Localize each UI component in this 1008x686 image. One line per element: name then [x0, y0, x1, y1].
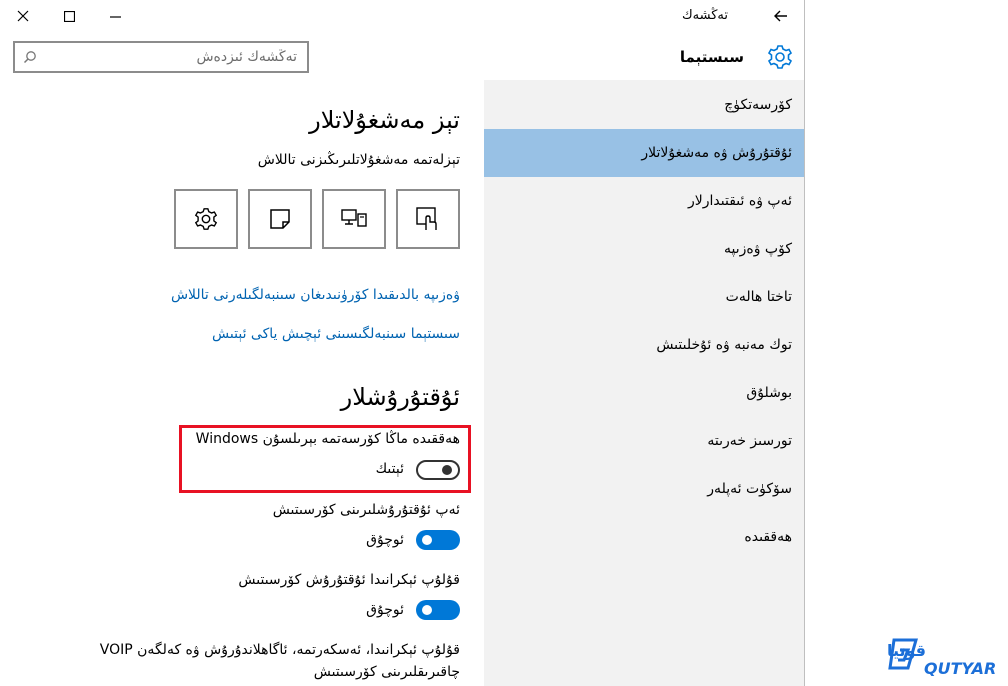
quick-action-tile-settings[interactable] — [174, 189, 238, 249]
quick-actions-subtitle: تېزلەتمە مەشغۇلاتلىرىڭىزنى تاللاش — [257, 152, 460, 168]
minimize-button[interactable] — [92, 0, 138, 32]
main-content: تېز مەشغۇلاتلار تېزلەتمە مەشغۇلاتلىرىڭىز… — [0, 80, 484, 686]
setting-label-lockscreen-notifications: قۇلۇپ ئېكرانىدا ئۇقتۇرۇش كۆرسىتىش — [238, 572, 460, 588]
setting-label-app-notifications: ئەپ ئۇقتۇرۇشلىرىنى كۆرسىتىش — [272, 502, 460, 518]
link-system-icons[interactable]: سىستېما سىنبەلگىسىنى ئېچىش ياكى ئېتىش — [212, 326, 460, 342]
sidebar-item-apps-features[interactable]: ئەپ ۋە ئىقتىدارلار — [484, 177, 804, 225]
sidebar-item-multitasking[interactable]: كۆپ ۋەزىپە — [484, 225, 804, 273]
quick-action-tile-tablet-mode[interactable] — [396, 189, 460, 249]
minimize-icon — [109, 15, 121, 18]
tablet-mode-icon — [416, 207, 437, 230]
sidebar-item-about[interactable]: ھەققىدە — [484, 513, 804, 561]
sidebar-item-default-apps[interactable]: سۆكۈت ئەپلەر — [484, 465, 804, 513]
quick-action-tile-project[interactable] — [322, 189, 386, 249]
settings-gear-icon — [194, 208, 218, 230]
project-display-icon — [341, 209, 367, 227]
toggle-state-label: ئوچۇق — [366, 532, 404, 548]
watermark-script: قوتيار — [886, 641, 926, 660]
sidebar-item-power-sleep[interactable]: توك مەنبە ۋە ئۇخلىتىش — [484, 321, 804, 369]
back-arrow-icon — [774, 10, 787, 22]
window-title: تەڭشەك — [681, 8, 728, 23]
back-button[interactable] — [758, 0, 804, 32]
watermark-logo: قوتيار QUTYAR — [877, 632, 1006, 680]
toggle-state-label: ئوچۇق — [366, 602, 404, 618]
settings-window: تەڭشەك سىستېما كۆرسەتكۈچ ئۇقتۇرۇش ۋە مەش… — [0, 0, 805, 686]
page-title: سىستېما — [679, 48, 744, 66]
toggle-knob — [422, 535, 432, 545]
toggle-app-notifications[interactable] — [416, 530, 460, 550]
setting-label-lockscreen-voip-line2: چاقىرىقلىرىنى كۆرسىتىش — [313, 664, 460, 680]
sidebar: كۆرسەتكۈچ ئۇقتۇرۇش ۋە مەشغۇلاتلار ئەپ ۋە… — [484, 80, 804, 686]
search-icon — [23, 51, 36, 64]
setting-label-lockscreen-voip-line1: قۇلۇپ ئېكرانىدا، ئەسكەرتمە، ئاگاھلاندۇرۇ… — [99, 642, 460, 658]
sidebar-item-display[interactable]: كۆرسەتكۈچ — [484, 81, 804, 129]
close-button[interactable] — [0, 0, 46, 32]
highlight-box — [179, 425, 471, 493]
note-icon — [270, 209, 290, 229]
sidebar-item-offline-maps[interactable]: تورسىز خەرىتە — [484, 417, 804, 465]
quick-action-tile-note[interactable] — [248, 189, 312, 249]
close-icon — [17, 10, 29, 22]
link-taskbar-icons[interactable]: ۋەزىپە بالدىقىدا كۆرۈنىدىغان سىنبەلگىلەر… — [171, 287, 460, 303]
sidebar-item-storage[interactable]: بوشلۇق — [484, 369, 804, 417]
watermark-latin: QUTYAR — [924, 659, 996, 678]
toggle-knob — [422, 605, 432, 615]
notifications-heading: ئۇقتۇرۇشلار — [340, 383, 460, 411]
title-bar: تەڭشەك — [0, 0, 804, 32]
sidebar-item-tablet-mode[interactable]: تاختا ھالەت — [484, 273, 804, 321]
search-box[interactable] — [13, 41, 309, 73]
search-input[interactable] — [15, 43, 307, 71]
gear-icon — [767, 45, 793, 69]
maximize-icon — [63, 10, 75, 22]
quick-actions-heading: تېز مەشغۇلاتلار — [309, 106, 460, 134]
toggle-lockscreen-notifications[interactable] — [416, 600, 460, 620]
sidebar-item-notifications-actions[interactable]: ئۇقتۇرۇش ۋە مەشغۇلاتلار — [484, 129, 804, 177]
maximize-button[interactable] — [46, 0, 92, 32]
